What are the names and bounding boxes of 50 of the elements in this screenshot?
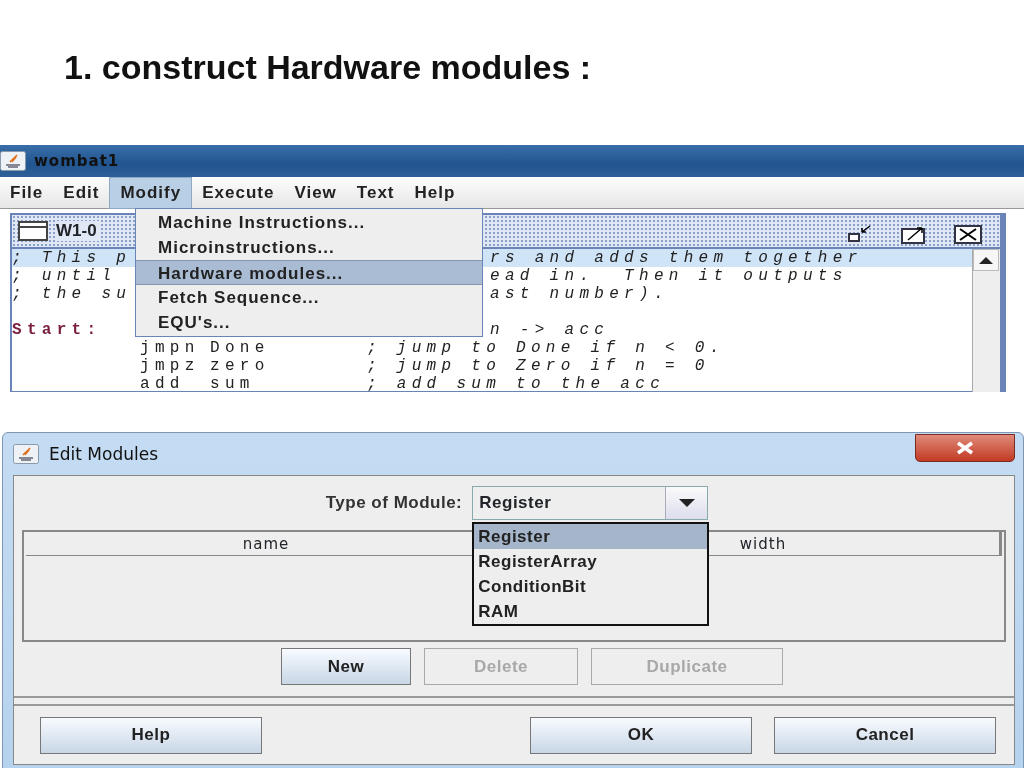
window-title: wombat1	[34, 152, 120, 170]
code-text: ; the su	[12, 285, 132, 303]
menu-item[interactable]: Help	[404, 176, 466, 209]
action-button[interactable]: Help	[40, 716, 262, 754]
up-arrow-icon	[979, 256, 993, 264]
scroll-up-button[interactable]	[973, 249, 999, 271]
code-text: n -> acc	[490, 321, 610, 339]
code-text: sum	[210, 375, 255, 392]
menu-item[interactable]: Execute	[192, 176, 285, 209]
code-text: ast number).	[490, 285, 669, 303]
caret-icon	[665, 487, 708, 519]
menu-item[interactable]: Hardware modules...	[136, 260, 482, 285]
slide-title: 1. construct Hardware modules :	[64, 48, 593, 88]
code-text: ; until	[12, 267, 117, 285]
list-option[interactable]: Register	[474, 524, 708, 549]
code-text: jmpn	[140, 339, 200, 357]
app-icon	[13, 444, 39, 464]
code-label: Start:	[12, 321, 102, 339]
code-text: ; This p	[12, 249, 132, 267]
menu-item[interactable]: File	[0, 176, 54, 209]
menu-item[interactable]: Edit	[53, 176, 110, 209]
code-text: ead in. Then it outputs	[490, 267, 848, 285]
list-option[interactable]: RegisterArray	[474, 549, 708, 574]
code-text: zero	[210, 357, 270, 375]
action-button[interactable]: New	[281, 648, 411, 685]
code-text: jmpz	[140, 357, 200, 375]
code-text: ; jump to Zero if n = 0	[367, 357, 710, 375]
list-option[interactable]: RAM	[474, 599, 708, 624]
action-button[interactable]: Cancel	[774, 716, 996, 754]
code-text: ; jump to Done if n < 0.	[367, 339, 725, 357]
code-text: add	[140, 375, 185, 392]
menu-item[interactable]: Fetch Sequence...	[136, 285, 482, 310]
code-text: ; add sum to the acc	[367, 375, 666, 392]
menu-item[interactable]: Microinstructions...	[136, 235, 482, 260]
menu-item[interactable]: Text	[346, 176, 405, 209]
window-title: Edit Modules	[49, 444, 158, 464]
list-option[interactable]: ConditionBit	[474, 574, 708, 599]
code-text: Done	[210, 339, 270, 357]
close-button[interactable]	[915, 434, 1015, 462]
window-icon	[18, 221, 48, 241]
menu-item[interactable]: Modify	[109, 176, 193, 209]
menu-item[interactable]: View	[284, 176, 347, 209]
app-icon	[0, 151, 26, 171]
field-label: Type of Module:	[325, 493, 463, 513]
code-text: rs and adds them together	[490, 249, 863, 267]
scrollbar[interactable]	[972, 249, 1000, 392]
menu-item[interactable]: EQU's...	[136, 310, 482, 335]
menu-item[interactable]: Machine Instructions...	[136, 210, 482, 235]
action-button[interactable]: OK	[530, 716, 752, 754]
window-title: W1-0	[56, 221, 101, 241]
